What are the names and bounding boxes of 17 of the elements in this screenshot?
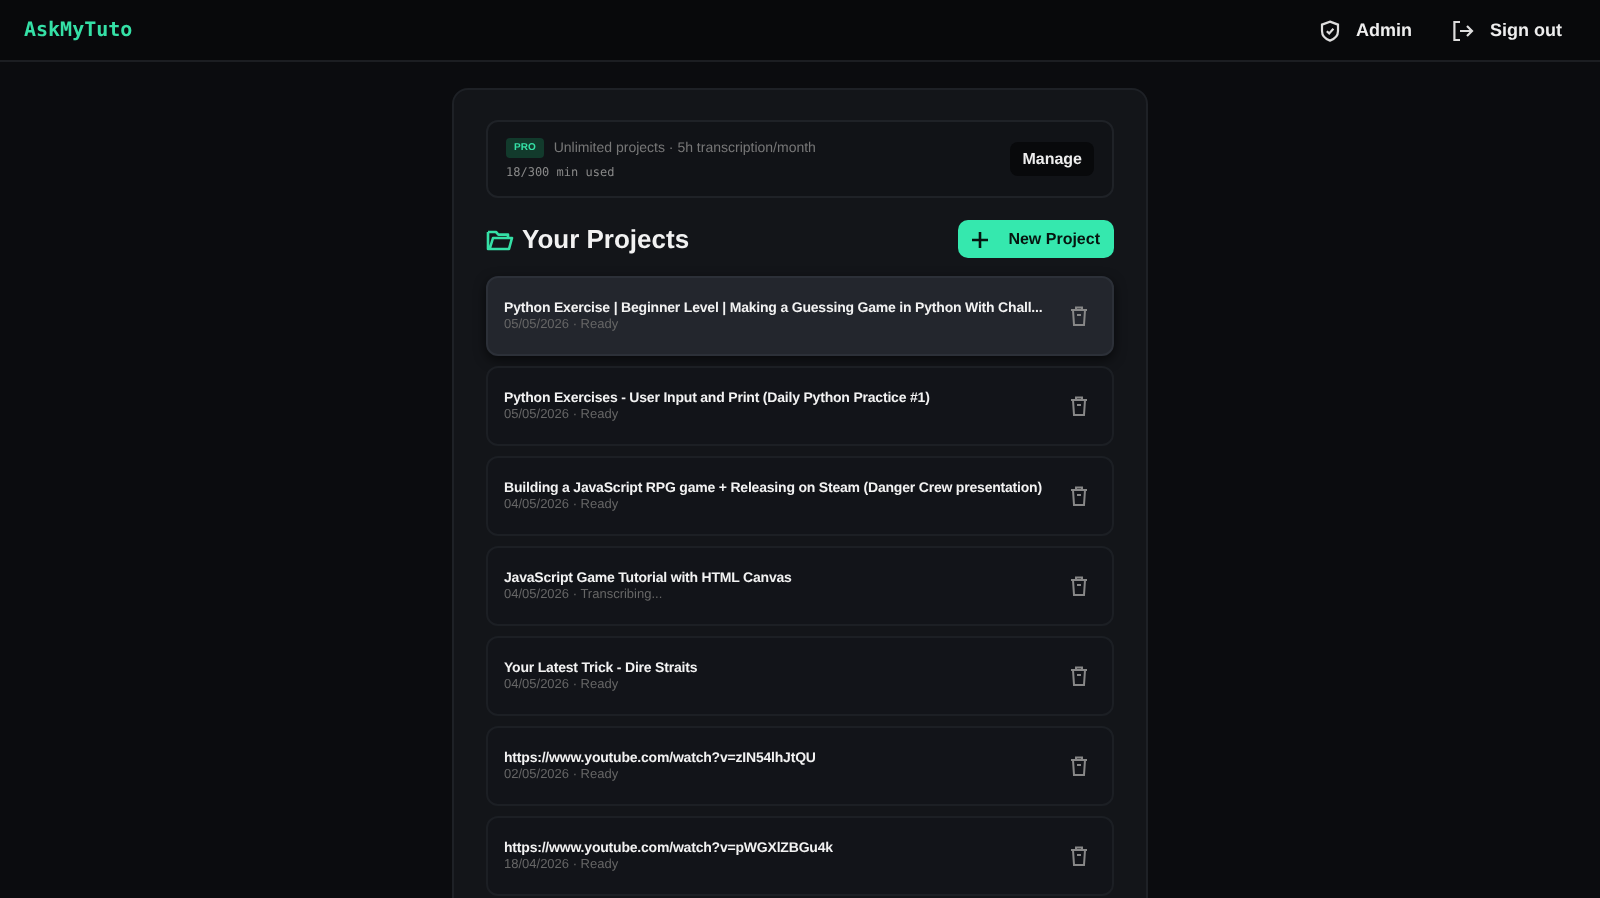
trash-icon[interactable]: [1070, 396, 1088, 416]
new-project-button[interactable]: New Project: [958, 220, 1114, 258]
trash-icon[interactable]: [1070, 306, 1088, 326]
nav-link[interactable]: Sign out: [1452, 19, 1562, 41]
trash-icon[interactable]: [1070, 576, 1088, 596]
manage-button[interactable]: Manage: [1010, 142, 1094, 176]
trash-icon[interactable]: [1070, 846, 1088, 866]
shield-icon: [1320, 19, 1340, 41]
sign-out-icon: [1452, 19, 1474, 41]
nav-link[interactable]: Admin: [1320, 19, 1412, 41]
trash-icon[interactable]: [1070, 756, 1088, 776]
plus-icon: [972, 231, 989, 247]
trash-icon[interactable]: [1070, 666, 1088, 686]
section-title: Your Projects: [522, 224, 690, 254]
app-logo[interactable]: AskMyTuto: [24, 19, 133, 41]
trash-icon[interactable]: [1070, 486, 1088, 506]
folder-icon: [486, 227, 514, 251]
